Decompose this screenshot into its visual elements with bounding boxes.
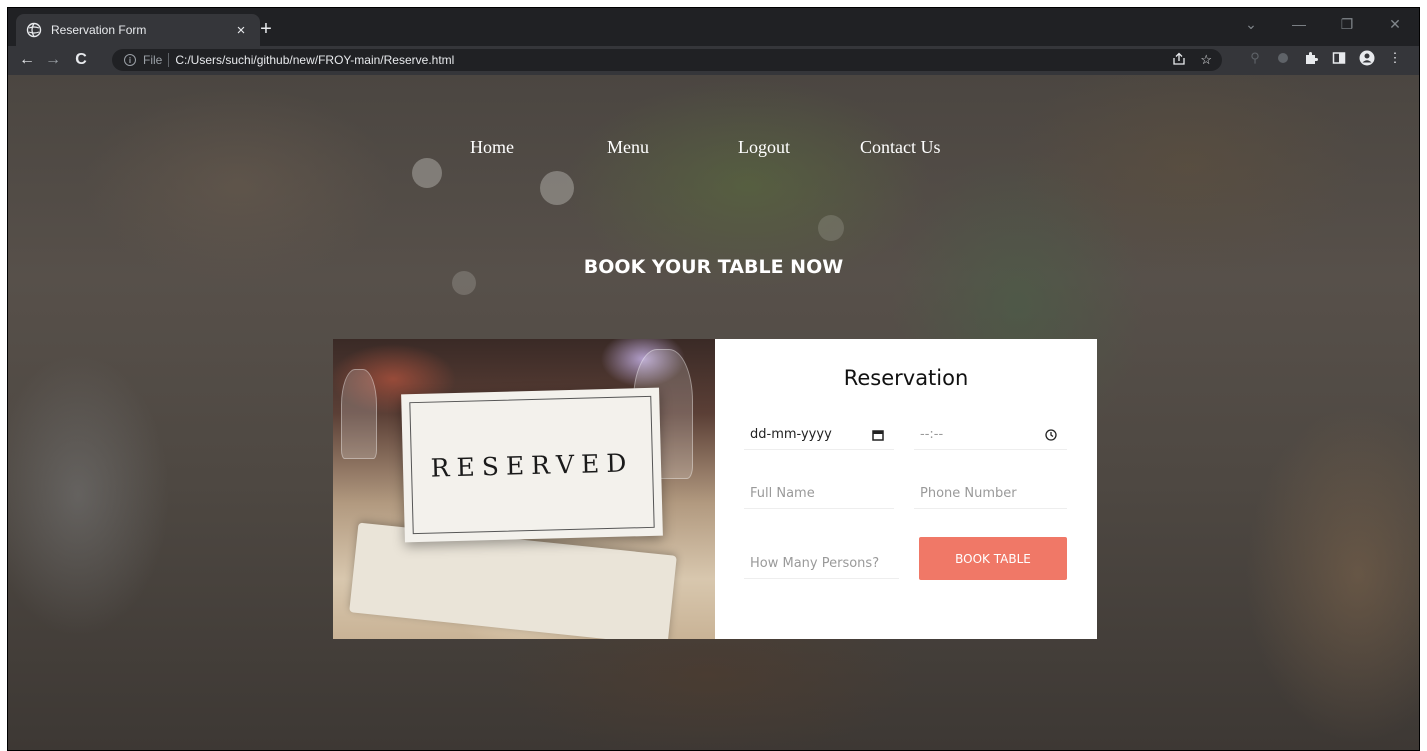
- side-panel-icon[interactable]: [1331, 50, 1347, 66]
- date-value: dd-mm-yyyy: [750, 427, 832, 442]
- page-viewport: Home Menu Logout Contact Us BOOK YOUR TA…: [8, 75, 1419, 750]
- browser-window: Reservation Form × + ⌄ — ❐ ✕ ← → C i Fil…: [7, 7, 1420, 751]
- browser-toolbar: ← → C i File C:/Users/suchi/github/new/F…: [8, 46, 1419, 75]
- globe-icon: [26, 22, 42, 38]
- phone-number-field[interactable]: Phone Number: [914, 479, 1067, 509]
- full-name-placeholder: Full Name: [750, 486, 815, 501]
- time-input[interactable]: --:--: [914, 420, 1067, 450]
- file-scheme-label: File: [143, 53, 163, 67]
- main-nav: Home Menu Logout Contact Us: [8, 137, 1419, 161]
- new-tab-button[interactable]: +: [254, 18, 278, 41]
- reserved-sign: RESERVED: [401, 387, 663, 543]
- reservation-form: Reservation dd-mm-yyyy --:-- Full Name P…: [715, 339, 1097, 639]
- omnibox-actions: ☆: [1172, 52, 1212, 69]
- calendar-icon[interactable]: [870, 427, 886, 443]
- forward-button[interactable]: →: [42, 49, 64, 71]
- extension-icon[interactable]: [1275, 50, 1291, 66]
- minimize-button[interactable]: —: [1275, 8, 1323, 40]
- tab-reservation-form[interactable]: Reservation Form ×: [16, 14, 260, 46]
- info-icon[interactable]: i: [124, 54, 136, 66]
- restore-button[interactable]: ❐: [1323, 8, 1371, 40]
- key-icon[interactable]: ⚲: [1247, 50, 1263, 66]
- time-value: --:--: [920, 427, 944, 442]
- puzzle-icon[interactable]: [1303, 50, 1319, 66]
- nav-menu[interactable]: Menu: [607, 137, 649, 158]
- persons-field[interactable]: How Many Persons?: [744, 549, 899, 579]
- tab-close-icon[interactable]: ×: [232, 22, 250, 39]
- date-input[interactable]: dd-mm-yyyy: [744, 420, 894, 450]
- window-controls: ⌄ — ❐ ✕: [1227, 8, 1419, 40]
- clock-icon[interactable]: [1043, 427, 1059, 443]
- page-headline: BOOK YOUR TABLE NOW: [583, 256, 844, 278]
- url-text[interactable]: C:/Users/suchi/github/new/FROY-main/Rese…: [175, 53, 454, 67]
- bokeh-light: [412, 158, 442, 188]
- share-icon[interactable]: [1172, 52, 1186, 69]
- tab-strip: Reservation Form × + ⌄ — ❐ ✕: [8, 8, 1419, 46]
- extensions-area: ⚲ ⋮: [1247, 50, 1403, 66]
- full-name-field[interactable]: Full Name: [744, 479, 894, 509]
- close-window-button[interactable]: ✕: [1371, 8, 1419, 40]
- reserved-sign-photo: RESERVED: [333, 339, 715, 639]
- napkin: [349, 522, 677, 639]
- bokeh-light: [818, 215, 844, 241]
- bokeh-light: [540, 171, 574, 205]
- phone-placeholder: Phone Number: [920, 486, 1017, 501]
- omnibox-divider: [168, 53, 170, 67]
- bookmark-star-icon[interactable]: ☆: [1200, 52, 1212, 69]
- nav-logout[interactable]: Logout: [738, 137, 790, 158]
- wine-glass: [341, 369, 377, 459]
- form-title: Reservation: [843, 366, 969, 390]
- address-bar[interactable]: i File C:/Users/suchi/github/new/FROY-ma…: [112, 49, 1222, 71]
- nav-contact-us[interactable]: Contact Us: [860, 137, 941, 158]
- book-table-button[interactable]: BOOK TABLE: [919, 537, 1067, 580]
- tab-search-icon[interactable]: ⌄: [1227, 8, 1275, 40]
- more-menu-icon[interactable]: ⋮: [1387, 50, 1403, 66]
- nav-home[interactable]: Home: [470, 137, 514, 158]
- tab-title: Reservation Form: [51, 23, 147, 37]
- profile-icon[interactable]: [1359, 50, 1375, 66]
- persons-placeholder: How Many Persons?: [750, 556, 880, 571]
- back-button[interactable]: ←: [16, 49, 38, 71]
- reload-button[interactable]: C: [70, 49, 92, 71]
- reservation-card: RESERVED Reservation dd-mm-yyyy --:-- Fu…: [333, 339, 1097, 639]
